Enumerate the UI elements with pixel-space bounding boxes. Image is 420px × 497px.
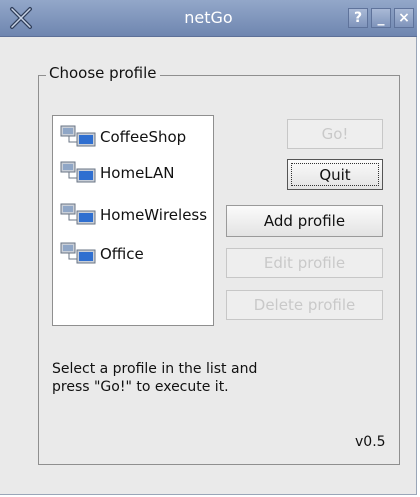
version-label: v0.5	[355, 434, 386, 450]
group-label: Choose profile	[46, 64, 160, 82]
help-button[interactable]: ?	[348, 8, 368, 28]
quit-button[interactable]: Quit	[287, 159, 383, 190]
network-icon	[60, 203, 96, 225]
item-label: Office	[100, 245, 144, 263]
instruction-text: Select a profile in the list and press "…	[52, 360, 352, 396]
network-icon	[60, 161, 96, 183]
list-item-coffeeshop[interactable]: CoffeeShop	[59, 123, 186, 151]
network-icon	[60, 242, 96, 264]
instruction-line-1: Select a profile in the list and	[52, 361, 258, 377]
profile-list[interactable]: CoffeeShop HomeLAN HomeWireless Office	[52, 115, 214, 326]
list-item-office[interactable]: Office	[59, 240, 144, 268]
edit-profile-button[interactable]: Edit profile	[226, 248, 383, 278]
item-label: CoffeeShop	[100, 128, 187, 146]
instruction-line-2: press "Go!" to execute it.	[52, 379, 229, 395]
app-window: netGo ? _ × Choose profile CoffeeShop Ho…	[0, 0, 417, 495]
list-item-homewireless[interactable]: HomeWireless	[59, 201, 207, 229]
network-icon	[60, 125, 96, 147]
item-label: HomeLAN	[100, 164, 175, 182]
add-profile-button[interactable]: Add profile	[226, 205, 383, 237]
title-bar[interactable]: netGo ? _ ×	[0, 0, 417, 37]
focus-ring	[291, 163, 379, 186]
close-button[interactable]: ×	[394, 8, 414, 28]
delete-profile-button[interactable]: Delete profile	[226, 290, 383, 320]
list-item-homelan[interactable]: HomeLAN	[59, 159, 174, 187]
go-button[interactable]: Go!	[287, 119, 383, 149]
item-label: HomeWireless	[100, 206, 208, 224]
minimize-button[interactable]: _	[371, 8, 391, 28]
